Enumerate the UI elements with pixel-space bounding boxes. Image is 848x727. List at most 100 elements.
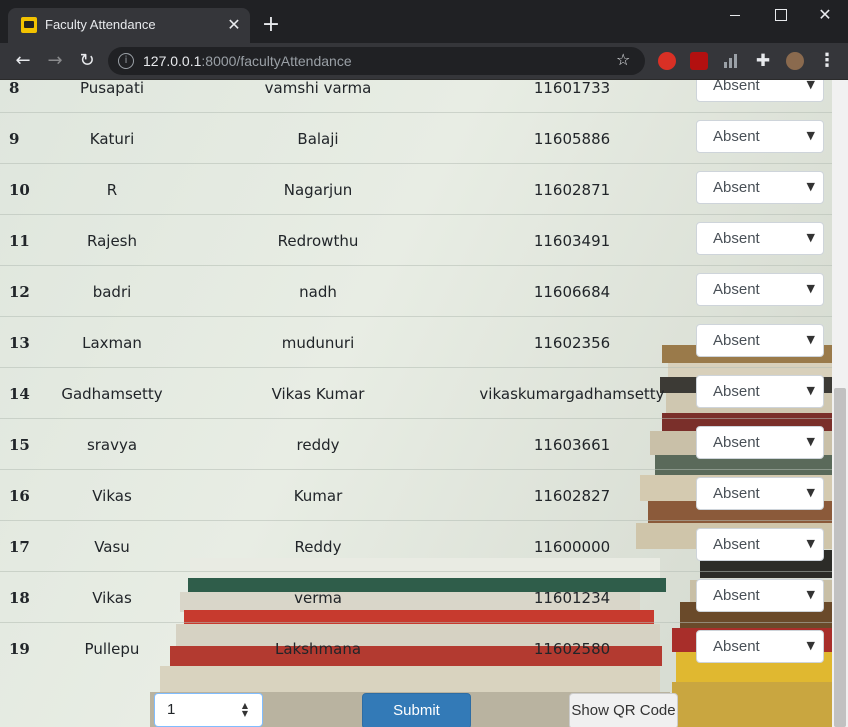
chevron-down-icon: ▼	[806, 435, 815, 448]
faculty-id-cell: vikaskumargadhamsetty	[479, 385, 665, 403]
chevron-down-icon: ▼	[806, 129, 815, 142]
window-close-button[interactable]: ✕	[802, 4, 848, 28]
attendance-status-select[interactable]: Absent ▼	[696, 528, 824, 561]
row-number: 17	[9, 538, 30, 556]
last-name-cell: Reddy	[294, 538, 342, 556]
site-info-icon[interactable]: i	[118, 53, 134, 69]
first-name-cell: badri	[92, 283, 132, 301]
table-row: 13 Laxman mudunuri 11602356 Absent ▼	[0, 316, 832, 367]
last-name-cell: Vikas Kumar	[271, 385, 365, 403]
first-name-cell: sravya	[86, 436, 138, 454]
chevron-down-icon: ▼	[806, 333, 815, 346]
table-row: 8 Pusapati vamshi varma 11601733 Absent ▼	[0, 80, 832, 112]
adblock-extension-icon[interactable]	[658, 52, 676, 70]
attendance-status-select[interactable]: Absent ▼	[696, 375, 824, 408]
last-name-cell: verma	[294, 589, 342, 607]
chevron-down-icon: ▼	[806, 282, 815, 295]
window-minimize-button[interactable]	[712, 4, 758, 28]
tab-close-icon[interactable]: ✕	[224, 15, 244, 35]
chevron-down-icon: ▼	[806, 180, 815, 193]
attendance-status-select[interactable]: Absent ▼	[696, 477, 824, 510]
last-name-cell: Kumar	[293, 487, 343, 505]
bookmark-star-icon[interactable]: ☆	[616, 50, 630, 69]
address-bar[interactable]: i 127.0.0.1:8000/facultyAttendance ☆	[108, 47, 645, 75]
attendance-status-select[interactable]: Absent ▼	[696, 171, 824, 204]
number-input[interactable]: 1 ▲ ▼	[154, 693, 263, 727]
row-number: 19	[9, 640, 30, 658]
chevron-down-icon: ▼	[806, 231, 815, 244]
row-number: 10	[9, 181, 30, 199]
last-name-cell: Balaji	[297, 130, 339, 148]
last-name-cell: Nagarjun	[283, 181, 353, 199]
attendance-status-select[interactable]: Absent ▼	[696, 120, 824, 153]
faculty-id-cell: 11603661	[533, 436, 611, 454]
faculty-id-cell: 11602827	[533, 487, 611, 505]
chevron-down-icon: ▼	[806, 384, 815, 397]
first-name-cell: Rajesh	[86, 232, 138, 250]
pdf-extension-icon[interactable]	[690, 52, 708, 70]
first-name-cell: Vikas	[92, 589, 132, 607]
attendance-status-select[interactable]: Absent ▼	[696, 273, 824, 306]
attendance-table: 8 Pusapati vamshi varma 11601733 Absent ▼…	[0, 80, 832, 673]
faculty-id-cell: 11601733	[533, 80, 611, 97]
chart-extension-icon[interactable]	[722, 52, 740, 70]
browser-tab[interactable]: Faculty Attendance ✕	[8, 8, 250, 43]
chevron-down-icon: ▼	[806, 588, 815, 601]
new-tab-icon[interactable]: +	[260, 14, 282, 36]
window-maximize-button[interactable]	[757, 4, 803, 28]
attendance-status-select[interactable]: Absent ▼	[696, 222, 824, 255]
show-qr-code-button[interactable]: Show QR Code	[569, 693, 678, 727]
spinner-arrows-icon[interactable]: ▲ ▼	[242, 702, 248, 718]
chevron-down-icon: ▼	[806, 486, 815, 499]
page-viewport: 8 Pusapati vamshi varma 11601733 Absent ▼…	[0, 80, 848, 727]
faculty-id-cell: 11603491	[533, 232, 611, 250]
attendance-status-select[interactable]: Absent ▼	[696, 426, 824, 459]
faculty-id-cell: 11602871	[533, 181, 611, 199]
faculty-id-cell: 11602580	[533, 640, 611, 658]
chevron-down-icon: ▼	[806, 537, 815, 550]
row-number: 14	[9, 385, 30, 403]
table-row: 18 Vikas verma 11601234 Absent ▼	[0, 571, 832, 622]
last-name-cell: Lakshmana	[274, 640, 362, 658]
faculty-id-cell: 11605886	[533, 130, 611, 148]
chevron-down-icon: ▼	[806, 80, 815, 91]
attendance-status-select[interactable]: Absent ▼	[696, 324, 824, 357]
row-number: 13	[9, 334, 30, 352]
browser-menu-icon[interactable]: ⋮	[818, 52, 836, 70]
site-favicon-icon	[21, 17, 37, 33]
table-row: 11 Rajesh Redrowthu 11603491 Absent ▼	[0, 214, 832, 265]
faculty-id-cell: 11601234	[533, 589, 611, 607]
reload-icon[interactable]: ↻	[75, 49, 99, 73]
first-name-cell: R	[106, 181, 118, 199]
row-number: 11	[9, 232, 30, 250]
table-row: 19 Pullepu Lakshmana 11602580 Absent ▼	[0, 622, 832, 673]
first-name-cell: Laxman	[82, 334, 142, 352]
number-input-value: 1	[167, 701, 176, 718]
row-number: 9	[9, 130, 20, 148]
last-name-cell: vamshi varma	[264, 80, 372, 97]
row-number: 15	[9, 436, 30, 454]
faculty-id-cell: 11602356	[533, 334, 611, 352]
table-row: 12 badri nadh 11606684 Absent ▼	[0, 265, 832, 316]
first-name-cell: Pusapati	[79, 80, 145, 97]
last-name-cell: mudunuri	[281, 334, 355, 352]
extensions-puzzle-icon[interactable]: ✚	[754, 52, 772, 70]
first-name-cell: Katuri	[89, 130, 135, 148]
scrollbar-thumb[interactable]	[834, 388, 846, 727]
row-number: 12	[9, 283, 30, 301]
chevron-down-icon: ▼	[806, 639, 815, 652]
profile-avatar[interactable]	[786, 52, 804, 70]
table-row: 15 sravya reddy 11603661 Absent ▼	[0, 418, 832, 469]
attendance-status-select[interactable]: Absent ▼	[696, 579, 824, 612]
browser-toolbar: ← → ↻ i 127.0.0.1:8000/facultyAttendance…	[0, 43, 848, 80]
row-number: 16	[9, 487, 30, 505]
submit-button[interactable]: Submit	[362, 693, 471, 727]
attendance-status-select[interactable]: Absent ▼	[696, 630, 824, 663]
table-row: 10 R Nagarjun 11602871 Absent ▼	[0, 163, 832, 214]
back-arrow-icon[interactable]: ←	[11, 49, 35, 73]
first-name-cell: Gadhamsetty	[61, 385, 163, 403]
attendance-status-select[interactable]: Absent ▼	[696, 80, 824, 102]
row-number: 18	[9, 589, 30, 607]
browser-tab-bar: Faculty Attendance ✕ + ✕	[0, 0, 848, 43]
forward-arrow-icon[interactable]: →	[43, 49, 67, 73]
